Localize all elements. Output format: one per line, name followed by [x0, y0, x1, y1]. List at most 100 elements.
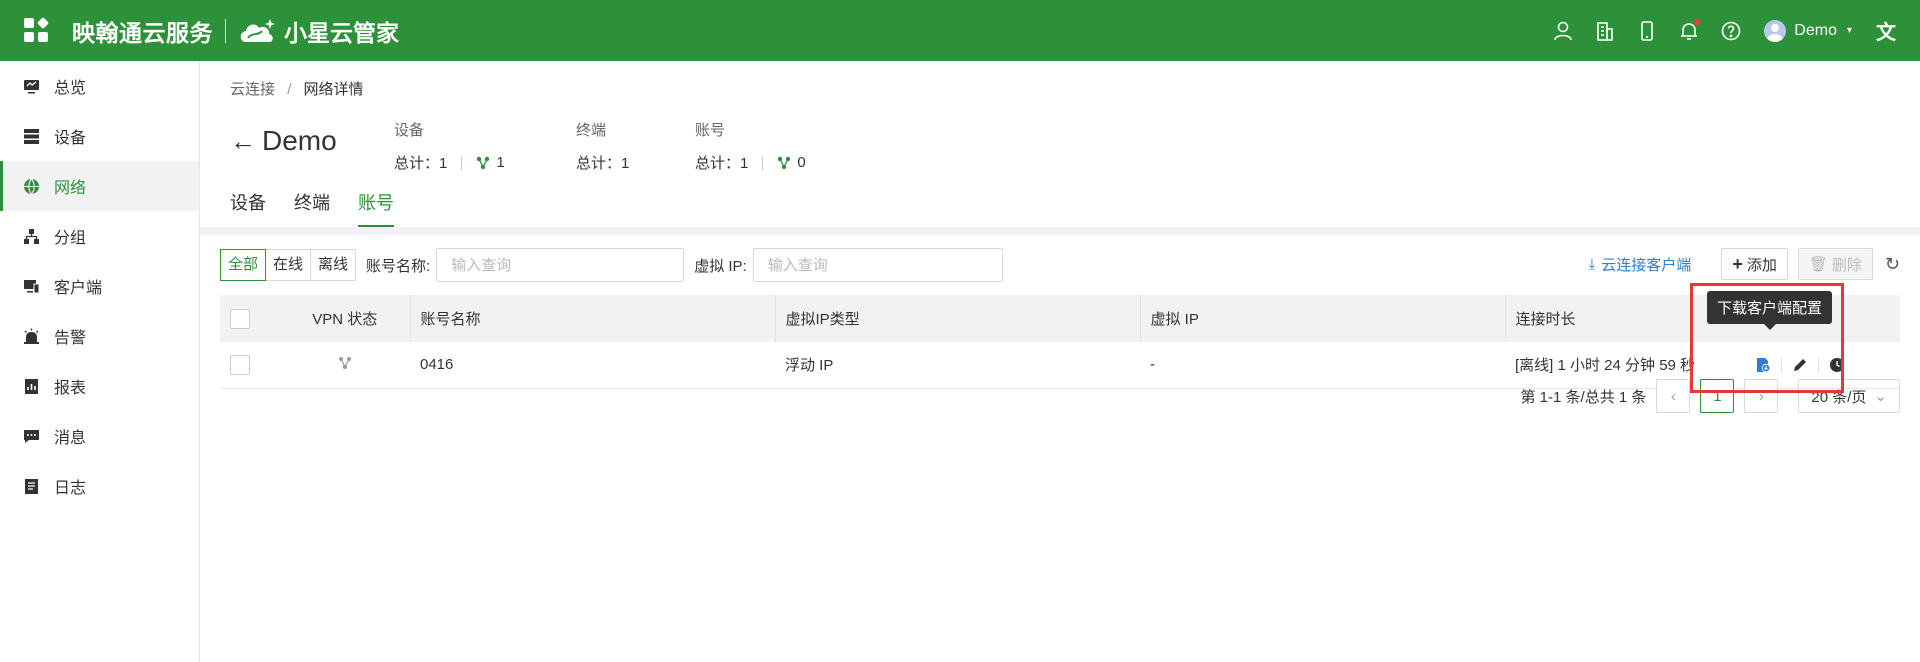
delete-label: 删除 — [1831, 256, 1862, 274]
breadcrumb-separator: / — [287, 81, 292, 98]
avatar — [1764, 19, 1787, 42]
building-icon[interactable] — [1593, 19, 1617, 43]
cell-account-name: 0416 — [410, 342, 775, 389]
download-client-link[interactable]: ⤓ 云连接客户端 — [1589, 254, 1692, 275]
globe-icon — [22, 177, 40, 195]
cell-virtual-ip: - — [1140, 342, 1505, 389]
sidebar-item-network[interactable]: 网络 — [0, 161, 199, 211]
prev-page-button[interactable]: ‹ — [1656, 379, 1691, 413]
sidebar: 总览 设备 网络 分组 客户端 告警 报表 消息 日志 — [0, 61, 200, 662]
sidebar-item-logs[interactable]: 日志 — [0, 461, 199, 511]
cell-ip-type: 浮动 IP — [775, 342, 1140, 389]
page-header: 云连接 / 网络详情 ← Demo 设备 总计：1 1 终端 总计：1 账号 总… — [200, 61, 1920, 227]
sidebar-item-alarms[interactable]: 告警 — [0, 311, 199, 361]
back-arrow-icon[interactable]: ← — [230, 126, 256, 157]
sidebar-item-devices[interactable]: 设备 — [0, 111, 199, 161]
sidebar-item-groups[interactable]: 分组 — [0, 211, 199, 261]
status-filter: 全部 在线 离线 — [220, 249, 357, 281]
account-name-input[interactable] — [436, 248, 685, 282]
help-icon[interactable] — [1719, 19, 1743, 43]
filter-all-button[interactable]: 全部 — [220, 249, 267, 281]
content-panel: 全部 在线 离线 账号名称: 虚拟 IP: ⤓ 云连接客户端 + 添加 🗑 删除… — [200, 235, 1920, 662]
plus-icon: + — [1732, 253, 1743, 274]
notification-dot — [1694, 18, 1701, 25]
tab-terminals[interactable]: 终端 — [294, 189, 330, 227]
sidebar-item-label: 日志 — [54, 480, 87, 497]
table-header-row: VPN 状态 账号名称 虚拟IP类型 虚拟 IP 连接时长 — [220, 295, 1900, 342]
network-node-icon — [477, 156, 490, 169]
stat-label: 账号 — [695, 122, 726, 139]
col-ip-type[interactable]: 虚拟IP类型 — [774, 295, 1140, 342]
select-all-checkbox[interactable] — [230, 308, 250, 329]
add-label: 添加 — [1746, 256, 1777, 274]
accounts-table: VPN 状态 账号名称 虚拟IP类型 虚拟 IP 连接时长 0416 浮动 IP… — [220, 295, 1900, 389]
stat-total: 总计：1 — [394, 155, 448, 172]
filter-online-button[interactable]: 在线 — [266, 250, 312, 280]
delete-button[interactable]: 🗑 删除 — [1797, 248, 1873, 280]
user-menu[interactable]: Demo ▾ — [1764, 19, 1852, 42]
col-virtual-ip[interactable]: 虚拟 IP — [1139, 295, 1505, 342]
refresh-icon[interactable]: ↻ — [1885, 254, 1900, 275]
stat-accounts: 账号 总计：1 0 — [695, 119, 806, 173]
stat-terminals: 终端 总计：1 — [576, 119, 629, 173]
stat-total: 总计：1 — [576, 155, 630, 172]
hierarchy-icon — [22, 227, 40, 245]
breadcrumb-parent[interactable]: 云连接 — [230, 81, 275, 98]
sidebar-item-label: 告警 — [54, 330, 87, 347]
sidebar-item-reports[interactable]: 报表 — [0, 361, 199, 411]
apps-grid-icon[interactable] — [24, 16, 50, 44]
virtual-ip-input[interactable] — [752, 248, 1003, 282]
col-vpn-status[interactable]: VPN 状态 — [280, 295, 410, 342]
stat-devices: 设备 总计：1 1 — [394, 119, 505, 173]
breadcrumb: 云连接 / 网络详情 — [230, 78, 364, 99]
tab-devices[interactable]: 设备 — [230, 189, 266, 227]
sidebar-item-label: 客户端 — [54, 280, 103, 297]
network-node-icon — [778, 156, 791, 169]
client-icon — [22, 277, 40, 295]
add-button[interactable]: + 添加 — [1721, 248, 1788, 280]
page-title: Demo — [262, 125, 337, 156]
sidebar-item-label: 分组 — [54, 230, 87, 247]
sidebar-item-overview[interactable]: 总览 — [0, 61, 199, 111]
col-account-name[interactable]: 账号名称 — [409, 295, 775, 342]
download-client-label: 云连接客户端 — [1601, 256, 1692, 274]
brand-divider — [225, 18, 226, 43]
stat-label: 设备 — [394, 122, 425, 139]
trash-icon: 🗑 — [1808, 256, 1828, 273]
top-bar: 映翰通云服务 小星云管家 Demo ▾ 文 — [0, 0, 1920, 61]
chevron-down-icon: ⌄ — [1874, 388, 1887, 405]
stat-online: 1 — [496, 154, 505, 171]
report-icon — [22, 377, 40, 395]
account-name-label: 账号名称: — [366, 257, 431, 275]
filter-bar: 全部 在线 离线 账号名称: 虚拟 IP: — [220, 248, 1003, 282]
alarm-icon — [22, 327, 40, 345]
vpn-status-icon — [339, 356, 351, 369]
message-icon — [22, 427, 40, 445]
brand-name: 映翰通云服务 — [72, 19, 213, 46]
translate-icon[interactable]: 文 — [1876, 16, 1896, 45]
user-name: Demo — [1794, 21, 1837, 39]
sidebar-item-clients[interactable]: 客户端 — [0, 261, 199, 311]
main-area: 云连接 / 网络详情 ← Demo 设备 总计：1 1 终端 总计：1 账号 总… — [200, 61, 1920, 662]
product-name: 小星云管家 — [284, 19, 399, 46]
sidebar-item-label: 总览 — [54, 80, 87, 97]
stat-online: 0 — [797, 154, 806, 171]
sidebar-item-label: 设备 — [54, 130, 87, 147]
row-checkbox[interactable] — [230, 354, 250, 375]
breadcrumb-current: 网络详情 — [303, 81, 364, 98]
stat-label: 终端 — [576, 122, 607, 139]
log-icon — [22, 477, 40, 495]
filter-offline-button[interactable]: 离线 — [311, 250, 355, 280]
tab-accounts[interactable]: 账号 — [358, 189, 394, 227]
user-account-icon[interactable] — [1551, 19, 1575, 43]
stat-total: 总计：1 — [695, 155, 749, 172]
sidebar-item-messages[interactable]: 消息 — [0, 411, 199, 461]
mobile-icon[interactable] — [1635, 19, 1659, 43]
highlight-annotation — [1690, 283, 1844, 393]
server-icon — [22, 127, 40, 145]
pagination-summary: 第 1-1 条/总共 1 条 — [1520, 388, 1647, 406]
bell-icon[interactable] — [1677, 18, 1701, 43]
tab-bar: 设备 终端 账号 — [230, 189, 422, 227]
caret-down-icon: ▾ — [1846, 25, 1852, 36]
toolbar-actions: ⤓ 云连接客户端 + 添加 🗑 删除 ↻ — [1589, 248, 1900, 280]
